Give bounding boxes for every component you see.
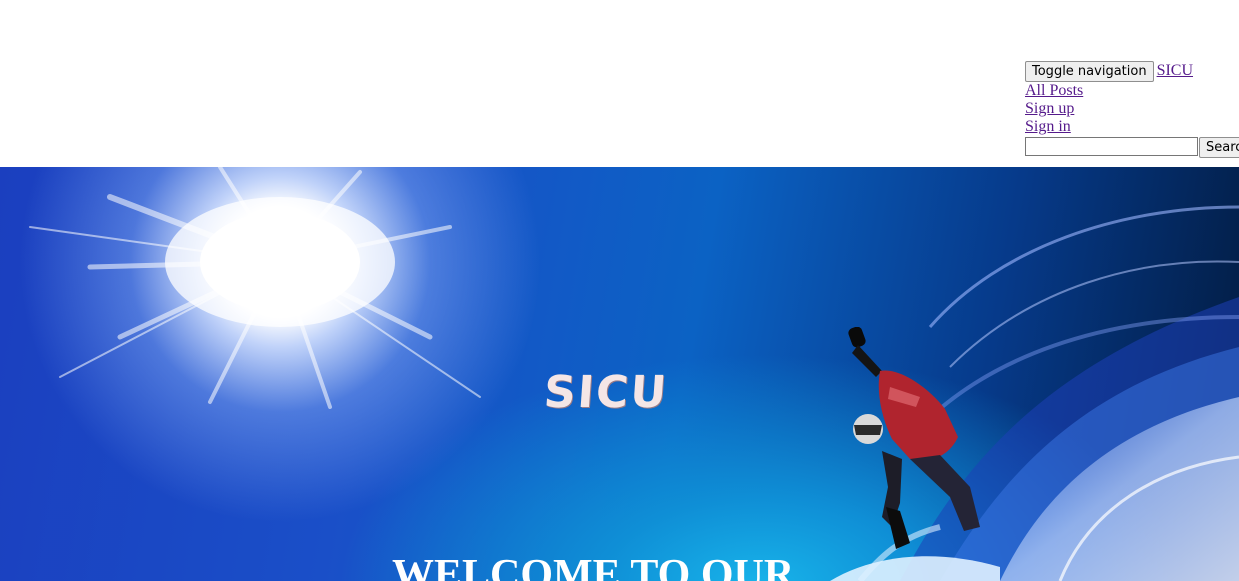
toggle-navigation-button[interactable]: Toggle navigation xyxy=(1025,61,1154,82)
navbar-content: Toggle navigation SICU All Posts Sign up … xyxy=(1025,61,1239,158)
search-button[interactable]: Search xyxy=(1199,137,1239,158)
sign-up-link[interactable]: Sign up xyxy=(1025,100,1074,117)
nav-item-sign-up: Sign up xyxy=(1025,100,1239,118)
navbar: Toggle navigation SICU All Posts Sign up … xyxy=(0,0,1239,167)
navbar-header: Toggle navigation SICU xyxy=(1025,61,1239,82)
nav-links: All Posts Sign up Sign in xyxy=(1025,82,1239,136)
hero-logo: SICU xyxy=(542,367,670,418)
snowboarder-image xyxy=(830,327,1000,581)
nav-item-all-posts: All Posts xyxy=(1025,82,1239,100)
hero-banner: SICU WELCOME TO OUR xyxy=(0,167,1239,581)
search-form: Search xyxy=(1025,137,1239,158)
search-input[interactable] xyxy=(1025,137,1198,156)
hero-heading: WELCOME TO OUR xyxy=(392,552,795,581)
page: Toggle navigation SICU All Posts Sign up … xyxy=(0,0,1239,581)
brand-link[interactable]: SICU xyxy=(1157,62,1193,79)
nav-item-sign-in: Sign in xyxy=(1025,118,1239,136)
sign-in-link[interactable]: Sign in xyxy=(1025,118,1071,135)
all-posts-link[interactable]: All Posts xyxy=(1025,82,1083,99)
